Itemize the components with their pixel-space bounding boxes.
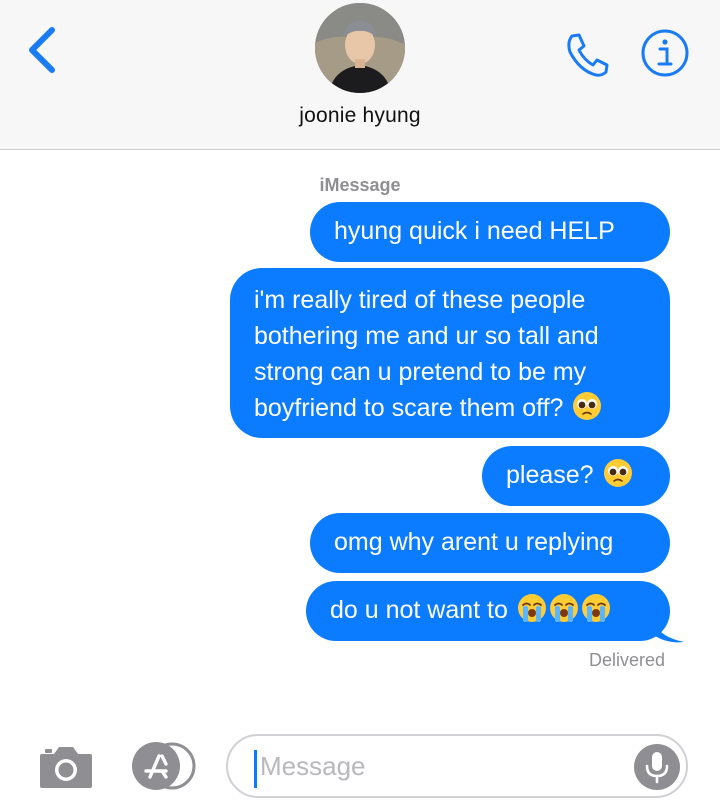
message-bubble[interactable]: i'm really tired of these people botheri… xyxy=(230,268,670,438)
text-cursor xyxy=(254,750,257,788)
loudly-crying-face-icon xyxy=(517,594,546,622)
message-text: do u not want to xyxy=(330,596,508,624)
message-bubble[interactable]: hyung quick i need HELP xyxy=(310,202,670,262)
call-button[interactable] xyxy=(562,30,612,78)
message-text: omg why arent u replying xyxy=(334,528,614,556)
delivery-status: Delivered xyxy=(588,650,665,670)
message-text: hyung quick i need HELP xyxy=(334,217,615,245)
loudly-crying-face-icon xyxy=(549,594,578,622)
message-bubble[interactable]: please? xyxy=(482,446,670,506)
conversation-header: joonie hyung xyxy=(0,0,720,150)
message-input[interactable] xyxy=(226,734,688,798)
avatar-photo xyxy=(315,3,405,93)
contact-avatar[interactable] xyxy=(315,3,405,93)
info-button[interactable] xyxy=(640,28,690,78)
pleading-face-icon xyxy=(573,392,602,420)
app-store-icon xyxy=(132,742,196,790)
message-text: please? xyxy=(506,461,594,489)
camera-icon xyxy=(40,747,92,788)
chevron-left-icon xyxy=(29,27,55,73)
camera-button[interactable] xyxy=(38,742,94,792)
message-text: i'm really tired of these people botheri… xyxy=(254,286,599,422)
info-icon xyxy=(641,29,689,77)
phone-icon xyxy=(567,33,609,77)
app-store-button[interactable] xyxy=(128,740,200,792)
contact-name[interactable]: joonie hyung xyxy=(0,104,720,128)
loudly-crying-face-icon xyxy=(581,594,610,622)
service-label: iMessage xyxy=(319,175,401,195)
composer-bar xyxy=(0,722,720,802)
back-button[interactable] xyxy=(22,22,66,78)
message-bubble[interactable]: do u not want to xyxy=(306,581,670,641)
message-bubble[interactable]: omg why arent u replying xyxy=(310,513,670,573)
dictation-button[interactable] xyxy=(634,744,680,790)
microphone-icon xyxy=(645,752,669,784)
pleading-face-icon xyxy=(603,459,632,487)
